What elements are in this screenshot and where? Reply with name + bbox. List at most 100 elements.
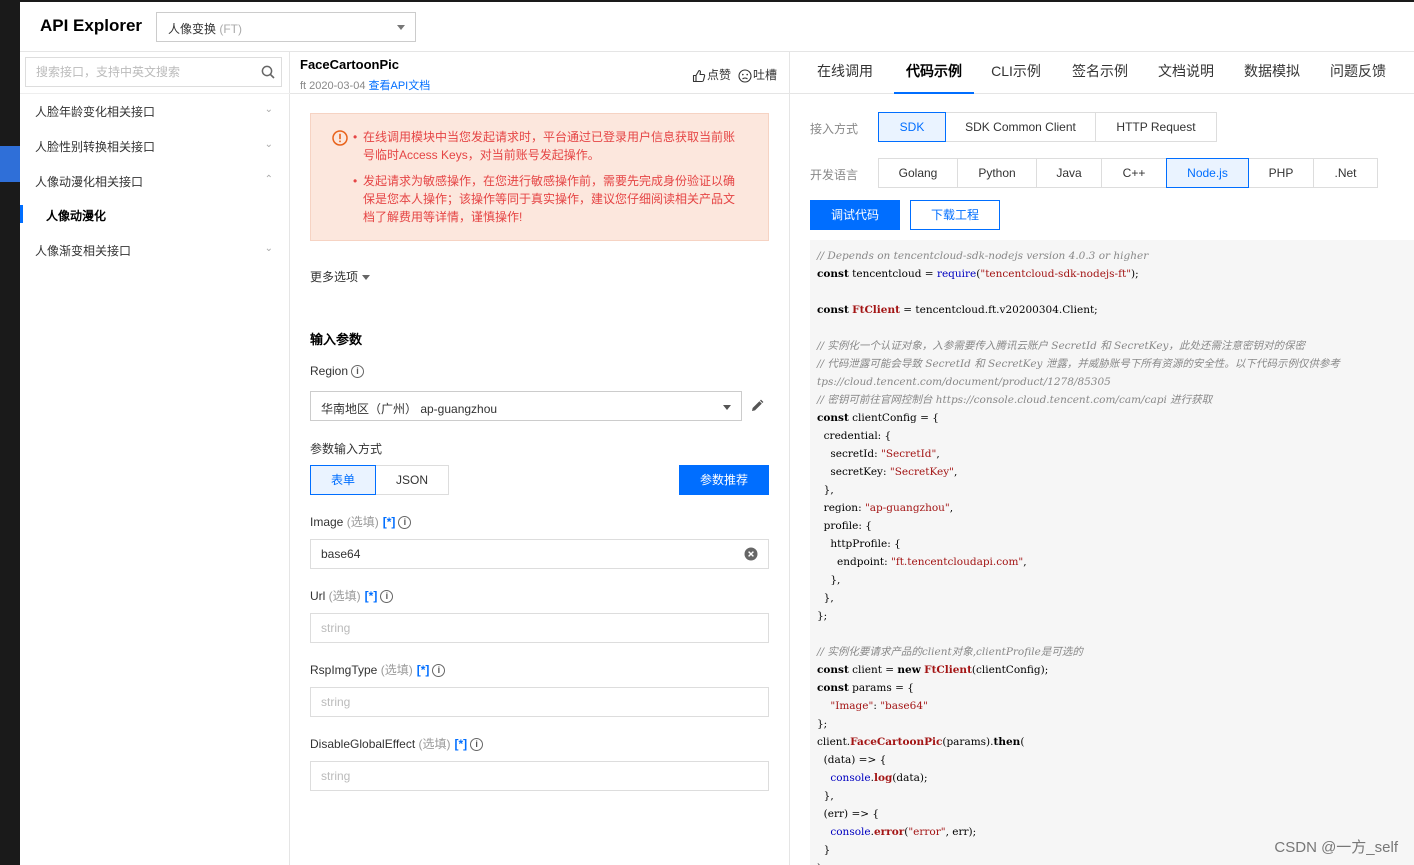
tab-data-mock[interactable]: 数据模拟 (1242, 52, 1302, 94)
header: API Explorer 人像变换 (FT) (20, 2, 1414, 52)
api-header: FaceCartoonPic ft 2020-03-04 查看API文档 点赞 … (290, 52, 790, 94)
access-sdk[interactable]: SDK (878, 112, 946, 142)
lang-nodejs[interactable]: Node.js (1166, 158, 1249, 188)
rspimgtype-field (310, 687, 769, 717)
params-panel: FaceCartoonPic ft 2020-03-04 查看API文档 点赞 … (290, 52, 790, 865)
more-options-label: 更多选项 (310, 270, 359, 284)
tab-cli-example[interactable]: CLI示例 (986, 52, 1046, 94)
info-icon[interactable]: i (351, 365, 365, 379)
product-code: (FT) (219, 22, 243, 36)
bracket-icon[interactable]: [*] (365, 589, 378, 603)
product-select[interactable]: 人像变换 (FT) (156, 12, 416, 42)
face-icon (738, 69, 752, 83)
chevron-down-icon: ⌄ (264, 104, 273, 115)
tab-docs[interactable]: 文档说明 (1156, 52, 1216, 94)
clear-icon[interactable] (744, 547, 758, 561)
tab-online-call[interactable]: 在线调用 (810, 52, 880, 94)
search-input[interactable] (26, 58, 251, 86)
sidebar-item-cartoon[interactable]: 人像动漫化 (20, 197, 289, 231)
sidebar-search (25, 57, 282, 87)
warning-text-2: • 发起请求为敏感操作，在您进行敏感操作前，需要先完成身份验证以确保是您本人操作；… (353, 174, 736, 224)
mode-form-button[interactable]: 表单 (310, 465, 376, 495)
sidebar-item-gender-swap[interactable]: 人脸性别转换相关接口 ⌄ (20, 128, 289, 162)
url-input[interactable] (311, 614, 731, 642)
disableglobaleffect-field (310, 761, 769, 791)
code-text: // Depends on tencentcloud-sdk-nodejs ve… (817, 250, 1340, 865)
rspimgtype-input[interactable] (311, 688, 731, 716)
info-icon[interactable]: i (380, 590, 394, 604)
warning-text-1: • 在线调用模块中当您发起请求时，平台通过已登录用户信息获取当前账号临时Acces… (353, 130, 736, 162)
info-icon[interactable]: i (432, 664, 446, 678)
image-field (310, 539, 769, 569)
product-name: 人像变换 (168, 22, 217, 36)
watermark-text: CSDN @一方_self (1274, 839, 1398, 856)
active-indicator (20, 205, 23, 223)
input-mode-label: 参数输入方式 (310, 442, 383, 456)
tab-feedback[interactable]: 问题反馈 (1328, 52, 1388, 94)
more-options-toggle[interactable]: 更多选项 (310, 268, 371, 285)
tab-code-example[interactable]: 代码示例 (894, 52, 974, 94)
region-select[interactable]: 华南地区（广州） ap-guangzhou (310, 391, 742, 421)
sidebar: 人脸年龄变化相关接口 ⌄ 人脸性别转换相关接口 ⌄ 人像动漫化相关接口 ⌃ 人像… (20, 52, 290, 865)
code-example: // Depends on tencentcloud-sdk-nodejs ve… (810, 240, 1414, 865)
image-input[interactable] (311, 540, 731, 568)
url-field (310, 613, 769, 643)
access-method-label: 接入方式 (810, 122, 859, 136)
info-icon[interactable]: i (398, 516, 412, 530)
api-doc-link[interactable]: 查看API文档 (369, 80, 431, 92)
tab-signature-example[interactable]: 签名示例 (1070, 52, 1130, 94)
access-sdk-common-client[interactable]: SDK Common Client (945, 112, 1096, 142)
sidebar-item-gradient[interactable]: 人像渐变相关接口 ⌄ (20, 232, 289, 266)
info-icon[interactable]: i (470, 738, 484, 752)
caret-down-icon (362, 275, 371, 280)
lang-dotnet[interactable]: .Net (1313, 158, 1378, 188)
comment-button[interactable]: 吐槽 (738, 66, 777, 83)
sidebar-item-cartoon-group[interactable]: 人像动漫化相关接口 ⌃ (20, 163, 289, 197)
chevron-down-icon: ⌄ (264, 139, 273, 150)
sidebar-item-label: 人像动漫化相关接口 (35, 175, 144, 189)
bracket-icon[interactable]: [*] (383, 515, 396, 529)
search-icon[interactable] (261, 65, 275, 79)
lang-cpp[interactable]: C++ (1101, 158, 1167, 188)
warning-icon (332, 130, 348, 146)
thumbs-up-icon (692, 69, 706, 82)
lang-java[interactable]: Java (1036, 158, 1102, 188)
rail-active-marker (0, 146, 20, 182)
chevron-down-icon (397, 25, 405, 30)
image-label: Image (选填) [*] i (310, 513, 412, 530)
region-value: 华南地区（广州） ap-guangzhou (321, 402, 498, 416)
input-params-title: 输入参数 (310, 332, 363, 347)
sidebar-item-label: 人脸性别转换相关接口 (35, 140, 156, 154)
url-label: Url (选填) [*] i (310, 587, 394, 604)
api-meta: ft 2020-03-04 查看API文档 (300, 77, 430, 93)
sidebar-item-label: 人脸年龄变化相关接口 (35, 105, 156, 119)
mode-json-button[interactable]: JSON (376, 465, 449, 495)
region-label: Region i (310, 364, 365, 379)
param-recommend-button[interactable]: 参数推荐 (679, 465, 769, 495)
comment-label: 吐槽 (753, 68, 778, 82)
api-version: ft 2020-03-04 (300, 80, 366, 92)
chevron-down-icon (723, 405, 731, 410)
bracket-icon[interactable]: [*] (455, 737, 468, 751)
download-project-button[interactable]: 下载工程 (910, 200, 1000, 230)
warning-box: • 在线调用模块中当您发起请求时，平台通过已登录用户信息获取当前账号临时Acces… (310, 113, 769, 241)
like-button[interactable]: 点赞 (692, 66, 731, 83)
debug-code-button[interactable]: 调试代码 (810, 200, 900, 230)
sidebar-item-label: 人像渐变相关接口 (35, 244, 132, 258)
tab-bar: 在线调用 代码示例 CLI示例 签名示例 文档说明 数据模拟 问题反馈 (790, 52, 1414, 94)
chevron-down-icon: ⌄ (264, 243, 273, 254)
edit-icon[interactable] (750, 399, 764, 413)
left-dark-rail (0, 0, 20, 865)
like-label: 点赞 (707, 68, 732, 82)
code-panel: 在线调用 代码示例 CLI示例 签名示例 文档说明 数据模拟 问题反馈 接入方式… (790, 52, 1414, 865)
api-name: FaceCartoonPic (300, 57, 399, 72)
language-label: 开发语言 (810, 168, 859, 182)
lang-python[interactable]: Python (957, 158, 1037, 188)
rspimgtype-label: RspImgType (选填) [*] i (310, 661, 446, 678)
lang-php[interactable]: PHP (1248, 158, 1314, 188)
bracket-icon[interactable]: [*] (417, 663, 430, 677)
sidebar-item-age-change[interactable]: 人脸年龄变化相关接口 ⌄ (20, 93, 289, 127)
disableglobaleffect-input[interactable] (311, 762, 731, 790)
access-http-request[interactable]: HTTP Request (1095, 112, 1217, 142)
lang-golang[interactable]: Golang (878, 158, 958, 188)
